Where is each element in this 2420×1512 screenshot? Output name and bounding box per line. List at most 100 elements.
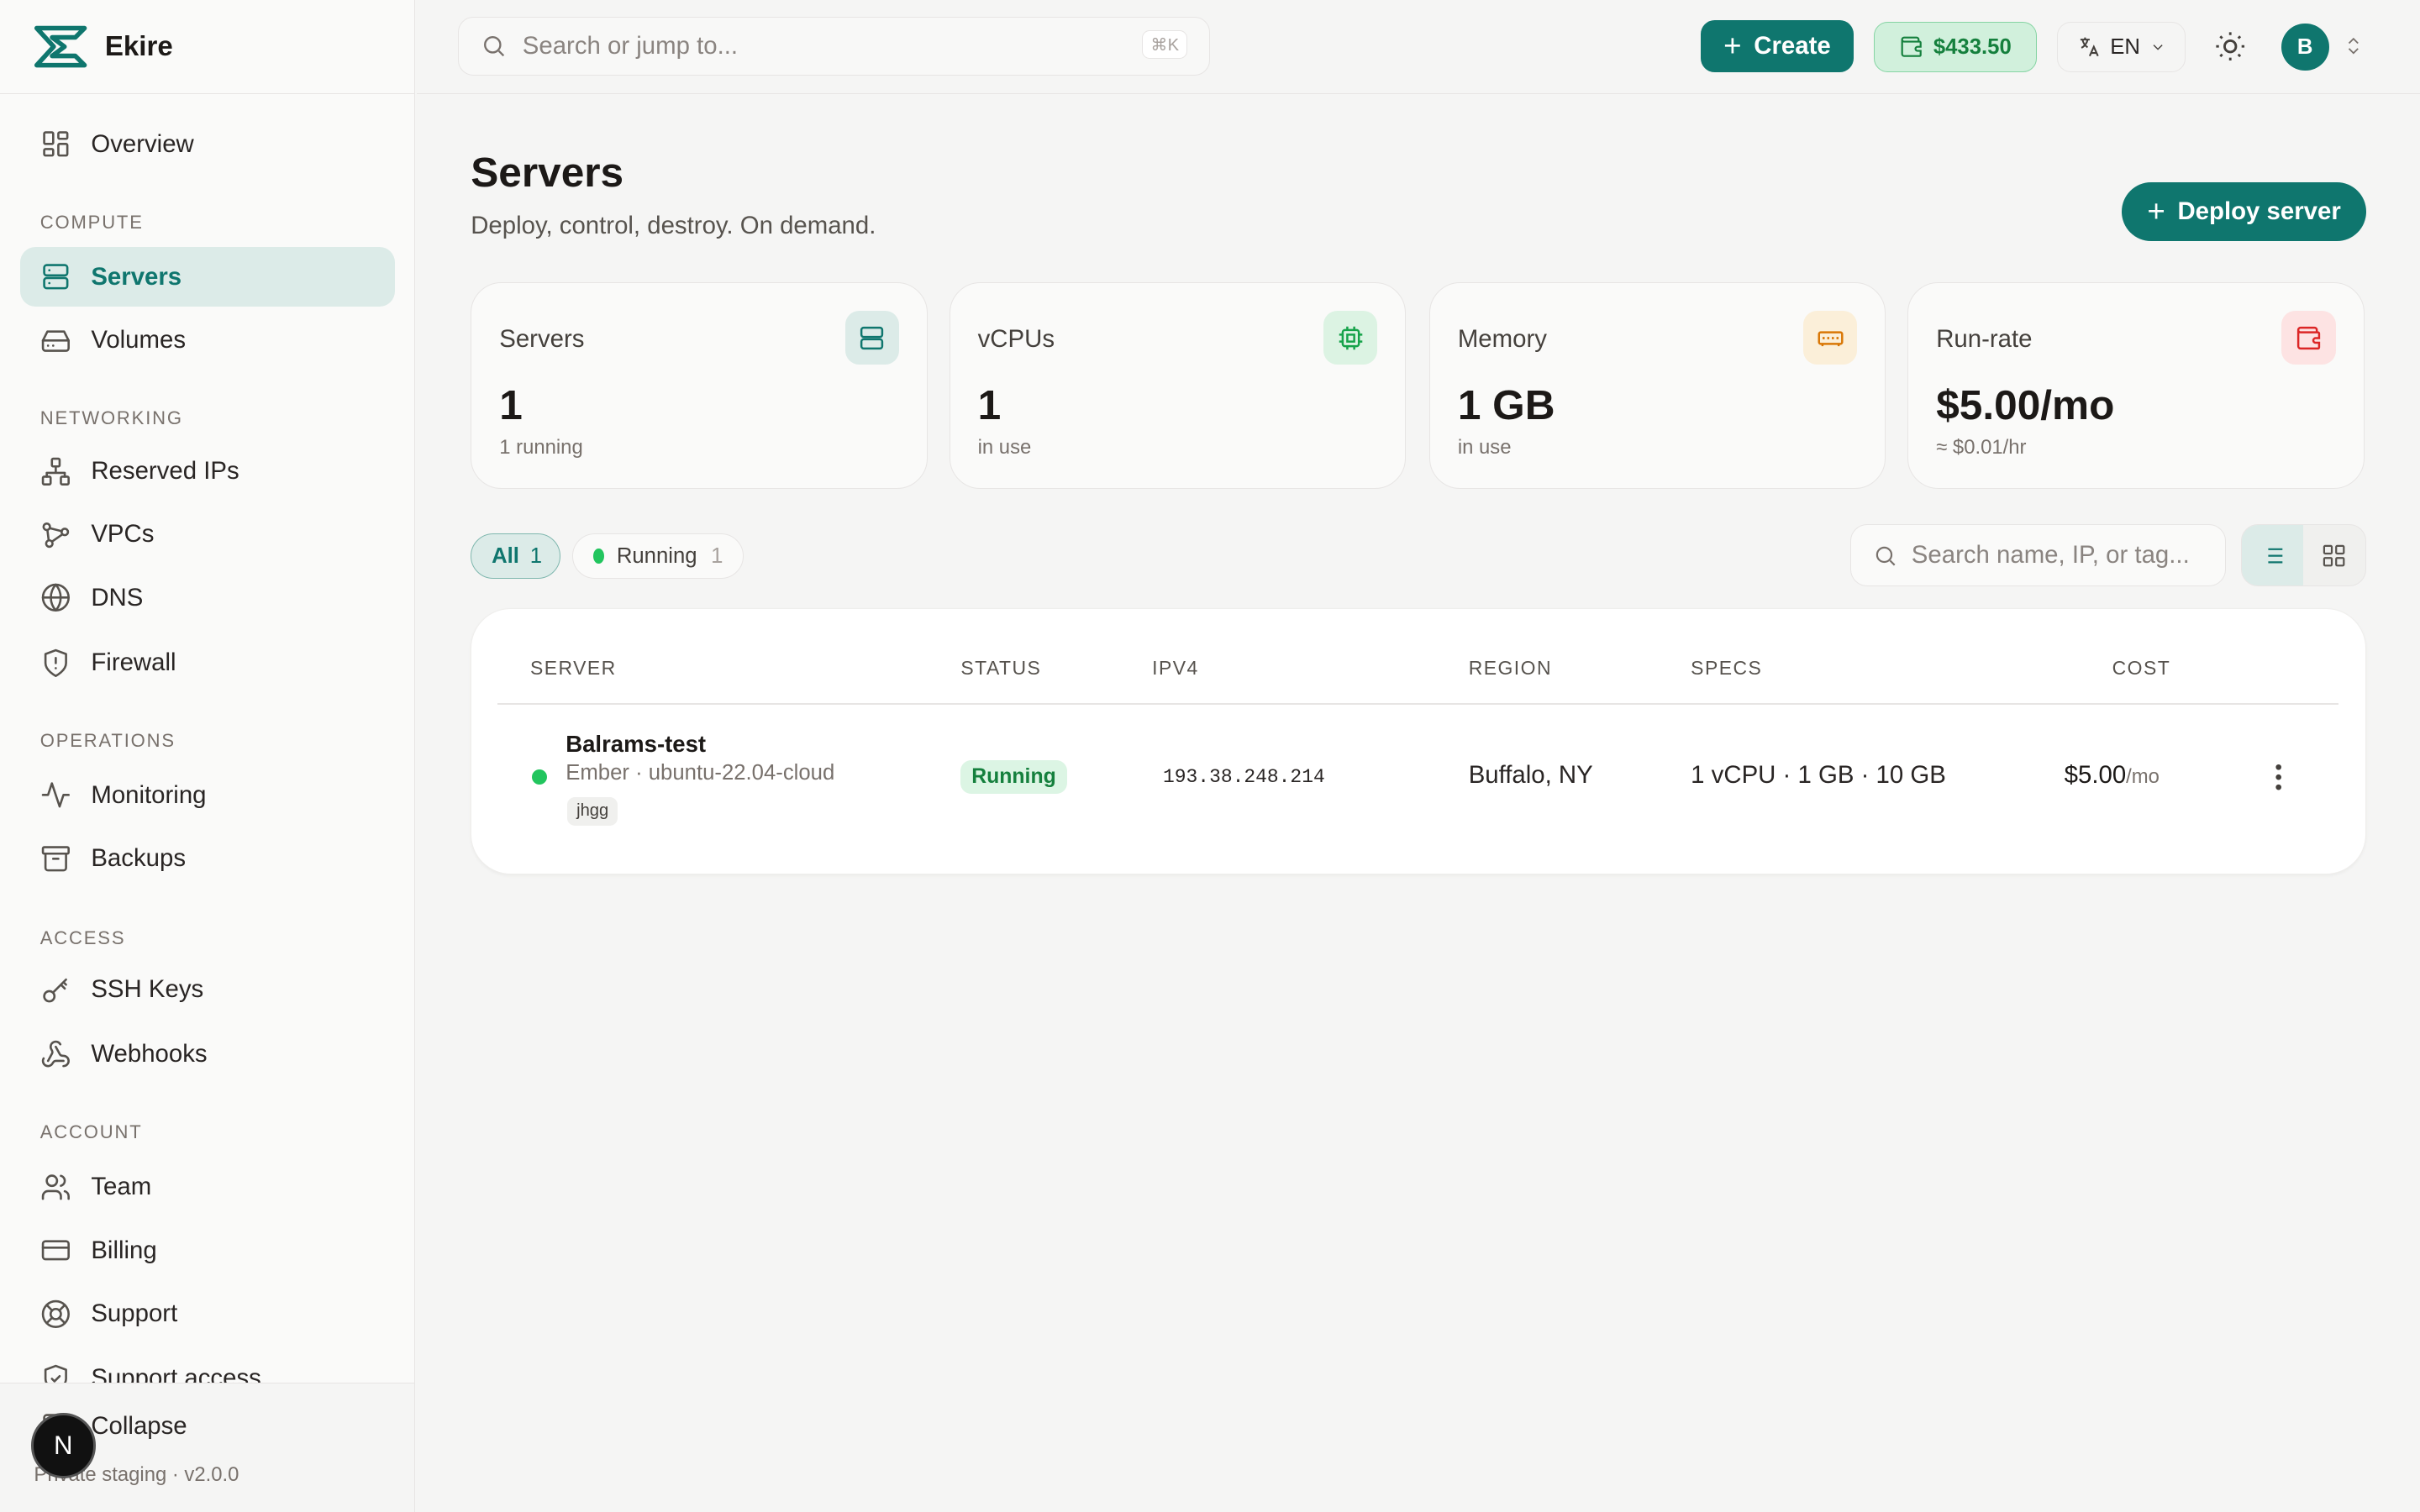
server-cost: $5.00/mo [2065,761,2160,790]
server-name[interactable]: Balrams-test [566,731,706,758]
account-switcher[interactable] [2343,34,2365,58]
sidebar-item-label: VPCs [91,520,155,549]
list-view-button[interactable] [2241,525,2304,585]
deploy-server-button[interactable]: + Deploy server [2122,181,2366,241]
sidebar-item-billing[interactable]: Billing [20,1221,395,1281]
stat-value: 1 GB [1457,381,1555,428]
create-button[interactable]: + Create [1701,19,1854,73]
globe-icon [41,584,70,612]
wallet-icon [1902,36,1923,58]
sidebar-item-label: Monitoring [91,780,207,809]
network-icon [41,457,70,486]
sidebar-item-servers[interactable]: Servers [19,246,396,307]
grid-view-button[interactable] [2303,525,2365,585]
column-header-specs: SPECS [1691,656,1763,679]
server-icon [844,311,899,365]
sidebar-item-monitoring[interactable]: Monitoring [20,765,395,826]
sidebar-item-label: Billing [91,1236,157,1264]
sidebar-item-label: Team [91,1173,152,1201]
theme-toggle[interactable] [2213,29,2247,63]
archive-icon [41,846,70,872]
section-title-networking: NETWORKING [39,407,183,428]
sidebar-item-support[interactable]: Support [20,1284,395,1344]
sidebar-item-label: Volumes [91,325,187,354]
status-dot-icon [593,548,605,564]
stat-card-vcpus: vCPUs 1 in use [949,282,1407,490]
filter-chip-label: Running [616,543,697,568]
topbar: ⌘K + Create $433.50 EN B [416,0,2420,95]
vpc-nodes-icon [42,522,69,549]
dev-tools-badge[interactable]: N [30,1413,96,1478]
stat-value: 1 [499,381,523,428]
balance-button[interactable]: $433.50 [1873,21,2038,73]
sidebar-item-label: DNS [91,583,144,612]
sidebar-item-volumes[interactable]: Volumes [20,310,395,370]
sidebar-item-overview[interactable]: Overview [20,114,395,175]
server-search[interactable] [1850,524,2226,586]
stat-label: Memory [1457,324,1547,353]
webhook-icon [41,1040,70,1068]
sidebar-item-team[interactable]: Team [20,1158,395,1218]
more-vertical-icon [2275,764,2282,790]
sidebar: Ekire Overview COMPUTE Servers Volumes N… [0,0,416,1512]
language-selector[interactable]: EN [2057,21,2186,73]
sidebar-item-vpcs[interactable]: VPCs [20,505,395,565]
stat-card-servers: Servers 1 1 running [471,282,928,490]
filter-chip-running[interactable]: Running 1 [572,533,744,579]
chevrons-up-down-icon [2348,38,2359,55]
sidebar-item-ssh-keys[interactable]: SSH Keys [20,959,395,1020]
sidebar-item-label: Overview [91,129,194,158]
cpu-icon [1323,311,1378,365]
translate-icon [2080,37,2099,57]
deploy-server-label: Deploy server [2177,197,2341,225]
sidebar-item-firewall[interactable]: Firewall [20,633,395,693]
avatar[interactable]: B [2281,23,2329,71]
plus-icon: + [2147,193,2165,228]
sidebar-item-label: Backups [91,844,187,873]
section-title-operations: OPERATIONS [39,729,176,751]
plus-icon: + [1723,29,1742,64]
filter-chip-count: 1 [711,543,723,568]
server-region: Buffalo, NY [1468,761,1593,790]
filter-chip-all[interactable]: All 1 [471,533,560,579]
list-icon [2262,548,2283,564]
sidebar-item-backups[interactable]: Backups [20,828,395,889]
sidebar-item-reserved-ips[interactable]: Reserved IPs [20,441,395,501]
sidebar-item-dns[interactable]: DNS [20,568,395,628]
sidebar-item-webhooks[interactable]: Webhooks [20,1025,395,1085]
sidebar-item-label: Support [91,1299,178,1327]
column-header-region: REGION [1468,656,1552,679]
page-title: Servers [471,149,624,197]
status-badge: Running [960,759,1067,795]
brand[interactable]: Ekire [0,0,415,95]
language-label: EN [2110,34,2140,59]
collapse-label: Collapse [91,1412,187,1441]
column-header-cost: COST [2112,656,2171,679]
sidebar-item-label: Webhooks [91,1040,208,1068]
shield-icon [44,648,67,677]
status-dot-icon [531,769,548,785]
server-cost-amount: $5.00 [2064,761,2127,790]
server-cost-unit: /mo [2126,765,2160,789]
servers-table: SERVER STATUS IPV4 REGION SPECS COST Bal… [471,607,2366,875]
ekire-logo-icon [34,25,87,68]
global-search-input[interactable] [522,32,1109,61]
stat-note: in use [1457,435,1512,459]
stat-label: vCPUs [977,324,1055,353]
stat-card-run-rate: Run-rate $5.00/mo ≈ $0.01/hr [1907,282,2365,490]
grid-icon [2323,544,2345,567]
brand-name: Ekire [104,30,173,62]
sidebar-item-label: Reserved IPs [91,457,239,486]
global-search[interactable]: ⌘K [458,17,1210,76]
wallet-icon [2281,311,2336,365]
credit-card-icon [41,1240,70,1261]
balance-amount: $433.50 [1933,34,2012,59]
activity-icon [41,782,70,808]
users-icon [41,1174,70,1200]
page-subtitle: Deploy, control, destroy. On demand. [471,211,876,239]
row-actions-button[interactable] [2266,760,2291,794]
stat-label: Run-rate [1936,324,2033,353]
server-search-input[interactable] [1911,541,2205,570]
server-specs: 1 vCPU · 1 GB · 10 GB [1691,761,1946,790]
chevron-down-icon [2153,44,2163,50]
